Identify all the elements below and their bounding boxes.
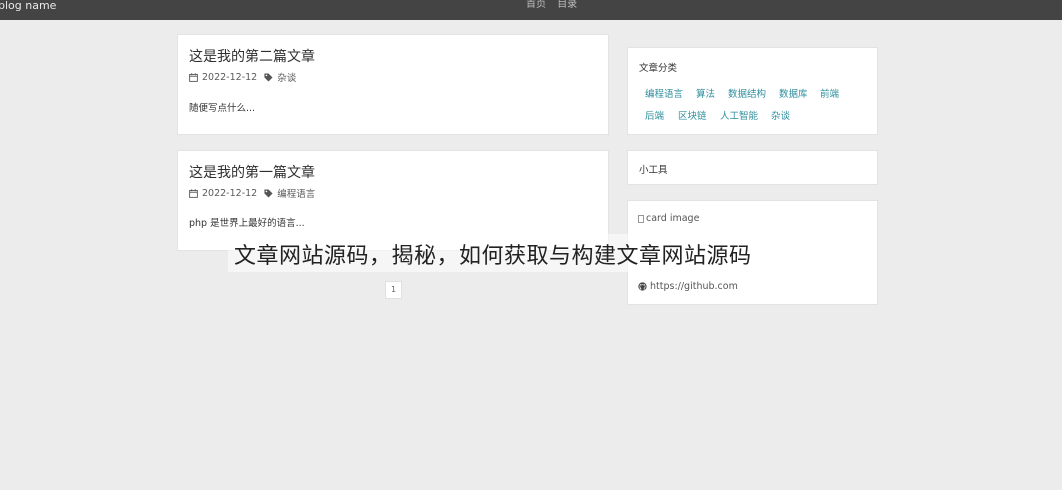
post-date: 2022-12-12 [202,71,258,83]
post-title-link[interactable]: 这是我的第一篇文章 [189,162,315,182]
category-link[interactable]: 前端 [820,86,839,100]
post-card: 这是我的第二篇文章 2022-12-12 杂谈 随便写点什么... [177,34,609,135]
post-tag-link[interactable]: 编程语言 [277,186,315,200]
categories-card: 文章分类 编程语言 算法 数据结构 数据库 前端 后端 区块链 人工智能 杂谈 [627,47,878,135]
calendar-icon [189,188,198,198]
post-meta: 2022-12-12 杂谈 [189,70,296,84]
post-title-link[interactable]: 这是我的第二篇文章 [189,46,315,66]
card-image: card image [638,213,699,224]
brand-link[interactable]: blog name [0,0,56,20]
post-date: 2022-12-12 [202,187,258,199]
calendar-icon [189,72,198,82]
nav-catalog-link[interactable]: 目录 [557,0,577,10]
post-excerpt: php 是世界上最好的语言... [189,218,305,229]
tag-icon [264,188,273,198]
github-icon [638,282,647,291]
category-link[interactable]: 区块链 [678,108,707,122]
github-link[interactable]: https://github.com [638,281,738,292]
broken-image-icon [638,214,644,223]
post-excerpt: 随便写点什么... [189,103,256,114]
category-link[interactable]: 编程语言 [645,86,683,100]
post-tag-link[interactable]: 杂谈 [277,70,296,84]
category-link[interactable]: 算法 [696,86,715,100]
github-url[interactable]: https://github.com [650,281,738,292]
category-link[interactable]: 人工智能 [720,108,758,122]
card-image-alt-text: card image [646,213,700,224]
pagination-page-button[interactable]: 1 [385,281,402,299]
caption-text: 文章网站源码，揭秘，如何获取与构建文章网站源码 [234,244,752,269]
nav-home-link[interactable]: 首页 [526,0,546,10]
caption-overlay: 文章网站源码，揭秘，如何获取与构建文章网站源码 [228,234,834,272]
top-nav: 首页 目录 [526,0,585,20]
post-meta: 2022-12-12 编程语言 [189,186,315,200]
tag-icon [264,72,273,82]
category-link[interactable]: 后端 [645,108,664,122]
tools-card: 小工具 [627,150,878,185]
category-link[interactable]: 数据库 [779,86,808,100]
category-link[interactable]: 杂谈 [771,108,790,122]
tools-title: 小工具 [639,165,668,176]
categories-title: 文章分类 [639,63,678,74]
category-link[interactable]: 数据结构 [728,86,766,100]
top-navbar: blog name 首页 目录 [0,0,1062,20]
